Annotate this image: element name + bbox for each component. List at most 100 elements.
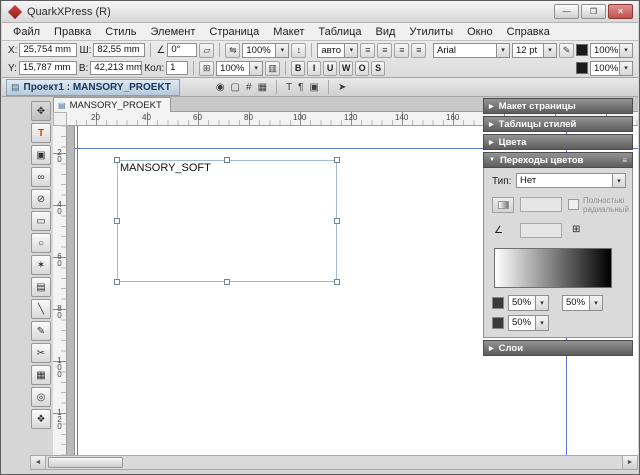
pen-icon[interactable]: ✎: [559, 43, 574, 58]
columns-icon[interactable]: ▥: [265, 61, 280, 76]
zoom-tool[interactable]: ◎: [31, 387, 51, 407]
chevron-down-icon[interactable]: ▾: [536, 315, 549, 331]
color2-swatch[interactable]: [492, 317, 504, 329]
menu-file[interactable]: Файл: [6, 24, 47, 40]
menu-page[interactable]: Страница: [202, 24, 266, 40]
selection-handle[interactable]: [114, 157, 120, 163]
menu-style[interactable]: Стиль: [98, 24, 143, 40]
bold-button[interactable]: B: [291, 61, 305, 76]
leading-combo[interactable]: авто ▾: [317, 43, 358, 58]
frame-opacity-value[interactable]: 100%: [590, 61, 620, 76]
menu-item[interactable]: Элемент: [144, 24, 203, 40]
flip-horizontal-icon[interactable]: ⇋: [225, 43, 240, 58]
nav-forward-icon[interactable]: ➤: [338, 82, 346, 93]
frames-icon[interactable]: ▢: [231, 82, 240, 93]
shade3-value[interactable]: 50%: [508, 315, 536, 331]
shade2-combo[interactable]: 50% ▾: [562, 295, 603, 311]
chevron-down-icon[interactable]: ▾: [613, 173, 626, 188]
shade2-value[interactable]: 50%: [562, 295, 590, 311]
blend-type-dropdown[interactable]: Нет ▾: [516, 173, 626, 188]
item-tool[interactable]: ✥: [31, 101, 51, 121]
unlinking-tool[interactable]: ⊘: [31, 189, 51, 209]
chevron-down-icon[interactable]: ▾: [345, 43, 358, 58]
pan-tool[interactable]: ❖: [31, 409, 51, 429]
text-box[interactable]: MANSORY_SOFT: [117, 160, 337, 282]
shade1-value[interactable]: 50%: [508, 295, 536, 311]
outline-button[interactable]: O: [355, 61, 369, 76]
menu-window[interactable]: Окно: [460, 24, 500, 40]
chevron-down-icon[interactable]: ▾: [250, 61, 263, 76]
chevron-down-icon[interactable]: ▾: [536, 295, 549, 311]
maximize-button[interactable]: ❐: [581, 4, 606, 19]
menu-table[interactable]: Таблица: [311, 24, 368, 40]
grid-icon[interactable]: ▦: [258, 82, 267, 93]
close-button[interactable]: ✕: [608, 4, 633, 19]
oval-box-tool[interactable]: ○: [31, 233, 51, 253]
font-size-value[interactable]: 12 pt: [512, 43, 544, 58]
picture-icon[interactable]: ▣: [310, 82, 319, 93]
selection-handle[interactable]: [224, 157, 230, 163]
menu-layout[interactable]: Макет: [266, 24, 311, 40]
menu-edit[interactable]: Правка: [47, 24, 98, 40]
selection-handle[interactable]: [334, 279, 340, 285]
scale-x-combo[interactable]: 100% ▾: [242, 43, 289, 58]
align-justify-icon[interactable]: ≡: [411, 43, 426, 58]
chevron-down-icon[interactable]: ▾: [590, 295, 603, 311]
blend-type-value[interactable]: Нет: [516, 173, 613, 188]
panel-menu-icon[interactable]: ≡: [622, 156, 627, 165]
selection-handle[interactable]: [114, 279, 120, 285]
frame-color-swatch[interactable]: [576, 62, 588, 74]
panel-header-colors[interactable]: ▶ Цвета: [483, 134, 633, 150]
text-opacity-value[interactable]: 100%: [590, 43, 620, 58]
leading-value[interactable]: авто: [317, 43, 345, 58]
text-opacity-combo[interactable]: 100% ▾: [590, 43, 633, 58]
bezier-pen-tool[interactable]: ✎: [31, 321, 51, 341]
italic-button[interactable]: I: [307, 61, 321, 76]
menu-view[interactable]: Вид: [369, 24, 403, 40]
text-content-tool[interactable]: T: [31, 123, 51, 143]
word-underline-button[interactable]: W: [339, 61, 353, 76]
preview-icon[interactable]: ◉: [216, 82, 225, 93]
invisibles-icon[interactable]: ¶: [298, 82, 303, 93]
panel-header-color-blends[interactable]: ▼ Переходы цветов ≡: [483, 152, 633, 168]
panel-header-layers[interactable]: ▶ Слои: [483, 340, 633, 356]
grid-plus-icon[interactable]: ⊞: [199, 61, 214, 76]
font-combo[interactable]: Arial ▾: [433, 43, 510, 58]
picture-content-tool[interactable]: ▣: [31, 145, 51, 165]
shade1-combo[interactable]: 50% ▾: [508, 295, 549, 311]
skew-icon[interactable]: ▱: [199, 43, 214, 58]
linking-tool[interactable]: ∞: [31, 167, 51, 187]
width-field[interactable]: 82,55 mm: [93, 43, 145, 57]
document-tab[interactable]: ▤ MANSORY_PROEKT: [53, 97, 171, 112]
underline-button[interactable]: U: [323, 61, 337, 76]
x-field[interactable]: 25,754 mm: [19, 43, 77, 57]
scrollbar-thumb[interactable]: [48, 457, 123, 468]
scroll-right-icon[interactable]: ►: [622, 456, 637, 469]
project-tab[interactable]: ▤ Проект1 : MANSORY_PROEKT: [6, 79, 180, 96]
font-size-combo[interactable]: 12 pt ▾: [512, 43, 557, 58]
chevron-down-icon[interactable]: ▾: [497, 43, 510, 58]
frame-opacity-combo[interactable]: 100% ▾: [590, 61, 633, 76]
minimize-button[interactable]: —: [554, 4, 579, 19]
panel-header-style-sheets[interactable]: ▶ Таблицы стилей: [483, 116, 633, 132]
menu-help[interactable]: Справка: [500, 24, 557, 40]
shade3-combo[interactable]: 50% ▾: [508, 315, 549, 331]
composition-zones-tool[interactable]: ▤: [31, 277, 51, 297]
align-right-icon[interactable]: ≡: [394, 43, 409, 58]
panel-header-page-layout[interactable]: ▶ Макет страницы: [483, 98, 633, 114]
align-left-icon[interactable]: ≡: [360, 43, 375, 58]
font-value[interactable]: Arial: [433, 43, 497, 58]
angle-field[interactable]: 0°: [167, 43, 197, 57]
selection-handle[interactable]: [224, 279, 230, 285]
chevron-down-icon[interactable]: ▾: [620, 43, 633, 58]
scale-y-combo[interactable]: 100% ▾: [216, 61, 263, 76]
selection-handle[interactable]: [114, 218, 120, 224]
guides-icon[interactable]: #: [246, 82, 252, 93]
scale-y-value[interactable]: 100%: [216, 61, 250, 76]
selection-handle[interactable]: [334, 218, 340, 224]
flip-vertical-icon[interactable]: ↕: [291, 43, 306, 58]
line-tool[interactable]: ╲: [31, 299, 51, 319]
table-tool[interactable]: ▦: [31, 365, 51, 385]
chevron-down-icon[interactable]: ▾: [620, 61, 633, 76]
left-margin-guide[interactable]: [77, 126, 78, 455]
